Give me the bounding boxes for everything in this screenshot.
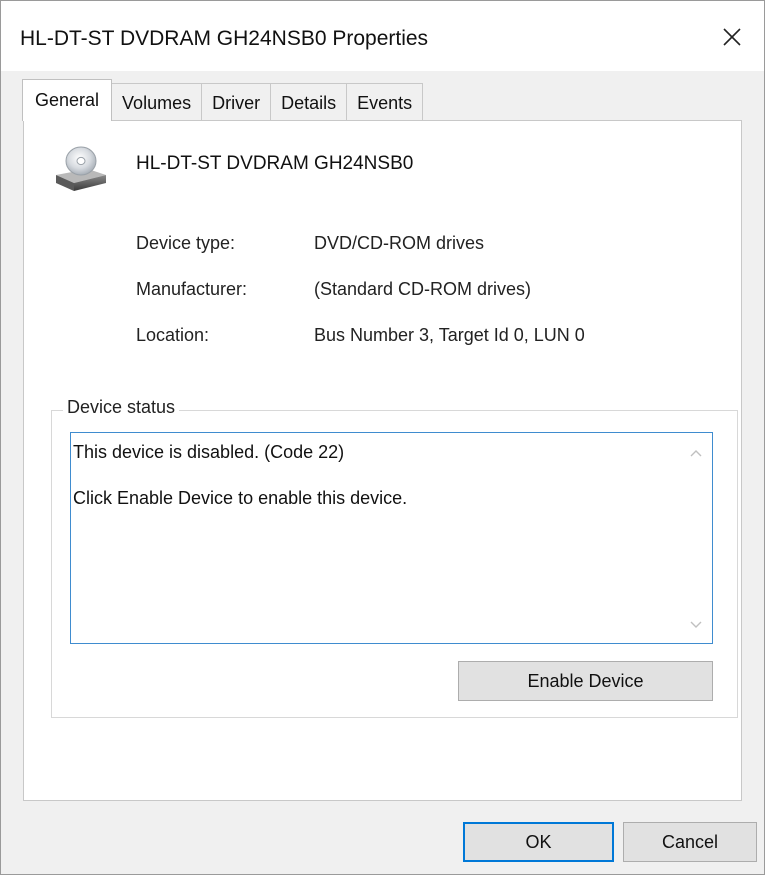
device-status-legend: Device status [63, 397, 180, 418]
property-value: DVD/CD-ROM drives [314, 233, 485, 253]
status-instruction: Click Enable Device to enable this devic… [73, 488, 408, 508]
close-icon [723, 28, 741, 46]
enable-device-button[interactable]: Enable Device [458, 661, 713, 701]
properties-dialog: HL-DT-ST DVDRAM GH24NSB0 Properties Gene… [0, 0, 765, 875]
window-title: HL-DT-ST DVDRAM GH24NSB0 Properties [20, 27, 429, 50]
status-message: This device is disabled. (Code 22) [73, 442, 345, 462]
chevron-up-icon [690, 450, 702, 457]
device-status-group: Device status This device is disabled. (… [51, 397, 738, 718]
tab-general[interactable]: General [22, 79, 113, 121]
tab-events[interactable]: Events [346, 83, 424, 121]
device-name: HL-DT-ST DVDRAM GH24NSB0 [136, 153, 414, 174]
device-status-text: This device is disabled. (Code 22) Click… [73, 439, 407, 511]
chevron-down-icon [690, 621, 702, 628]
tab-driver[interactable]: Driver [201, 83, 272, 121]
device-status-textbox[interactable]: This device is disabled. (Code 22) Click… [70, 432, 713, 644]
title-bar[interactable]: HL-DT-ST DVDRAM GH24NSB0 Properties [1, 1, 764, 71]
property-value: (Standard CD-ROM drives) [314, 279, 532, 299]
cancel-button[interactable]: Cancel [623, 822, 757, 862]
scroll-down-button[interactable] [688, 617, 704, 633]
tab-volumes[interactable]: Volumes [111, 83, 203, 121]
property-value: Bus Number 3, Target Id 0, LUN 0 [314, 325, 585, 345]
tab-strip: General Volumes Driver Details Events [22, 79, 424, 121]
optical-drive-icon [56, 146, 106, 191]
tab-details[interactable]: Details [270, 83, 348, 121]
ok-button[interactable]: OK [463, 822, 614, 862]
close-button[interactable] [710, 15, 754, 59]
property-label: Location: [136, 325, 210, 345]
property-label: Device type: [136, 233, 236, 253]
general-tab-panel: HL-DT-ST DVDRAM GH24NSB0 Device type: DV… [23, 120, 742, 801]
scroll-up-button[interactable] [688, 445, 704, 461]
property-label: Manufacturer: [136, 279, 248, 299]
